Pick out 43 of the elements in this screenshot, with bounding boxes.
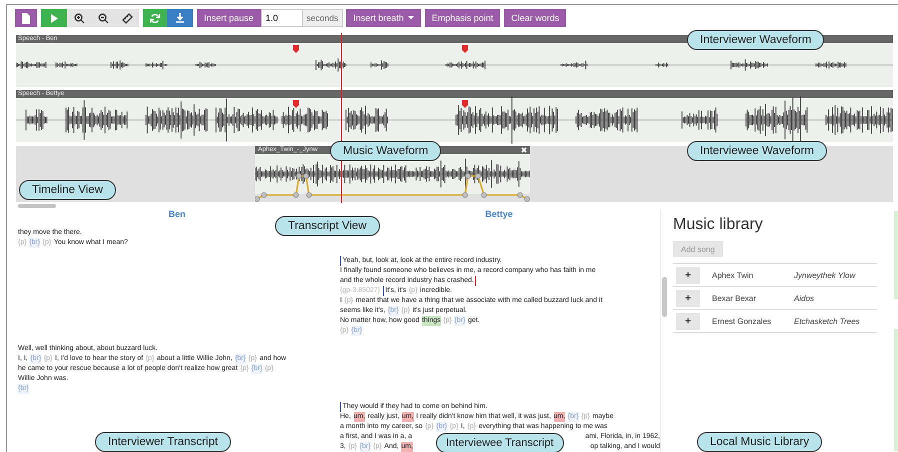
marker-icon[interactable] xyxy=(462,45,468,53)
unit-label: seconds xyxy=(302,9,344,27)
callout-label: Interviewer Transcript xyxy=(95,432,231,452)
callout-label: Interviewer Waveform xyxy=(687,30,824,50)
dropdown-button[interactable]: Insert breath xyxy=(346,9,421,27)
song-title-cell: Etchasketch Trees xyxy=(794,316,860,326)
caret-icon xyxy=(408,16,414,20)
toolbar-button[interactable] xyxy=(115,9,139,27)
add-button[interactable]: + xyxy=(676,290,700,306)
song-title-cell: Aidos xyxy=(794,294,814,302)
artist-cell-text: Bexar Bexar xyxy=(712,294,758,302)
artist-cell-text: Aphex Twin xyxy=(712,270,754,280)
callout-label: Transcript View xyxy=(275,216,380,236)
song-title-cell: Jynweythek Ylow xyxy=(794,270,856,280)
artist-cell-text: Ernest Gonzales xyxy=(712,316,772,326)
toolbar-button[interactable]: Insert pause xyxy=(197,9,261,27)
marker-icon[interactable] xyxy=(293,45,299,53)
add-button[interactable]: + xyxy=(676,266,700,284)
toolbar-button[interactable]: Clear words xyxy=(504,9,566,27)
toolbar-button[interactable] xyxy=(67,9,91,27)
zoom-out-icon xyxy=(98,12,108,24)
callout-label: Interviewee Transcript xyxy=(436,433,564,452)
download-icon xyxy=(174,12,186,24)
play-icon xyxy=(48,12,60,24)
marker-icon[interactable] xyxy=(462,100,468,108)
input-field[interactable]: 1.0 xyxy=(260,9,303,27)
callout-label: Local Music Library xyxy=(697,432,822,452)
callout-label: Music Waveform xyxy=(330,141,442,161)
marker-icon[interactable] xyxy=(293,100,299,108)
ruler-icon xyxy=(122,12,132,24)
close-icon[interactable] xyxy=(521,147,527,153)
add-button[interactable]: + xyxy=(676,312,700,330)
toolbar-button[interactable]: Emphasis point xyxy=(424,9,500,27)
speaker-name: Ben xyxy=(167,209,186,221)
file-icon xyxy=(20,12,32,24)
panel-title: Music library xyxy=(673,215,764,235)
callout-label: Interviewee Waveform xyxy=(687,141,827,161)
callout-label: Timeline View xyxy=(19,180,116,200)
speaker-name: Bettye xyxy=(484,209,514,221)
scrollbar-thumb[interactable] xyxy=(662,277,667,317)
toolbar-button[interactable] xyxy=(15,9,37,27)
zoom-in-icon xyxy=(74,12,84,24)
refresh-icon xyxy=(150,12,160,24)
